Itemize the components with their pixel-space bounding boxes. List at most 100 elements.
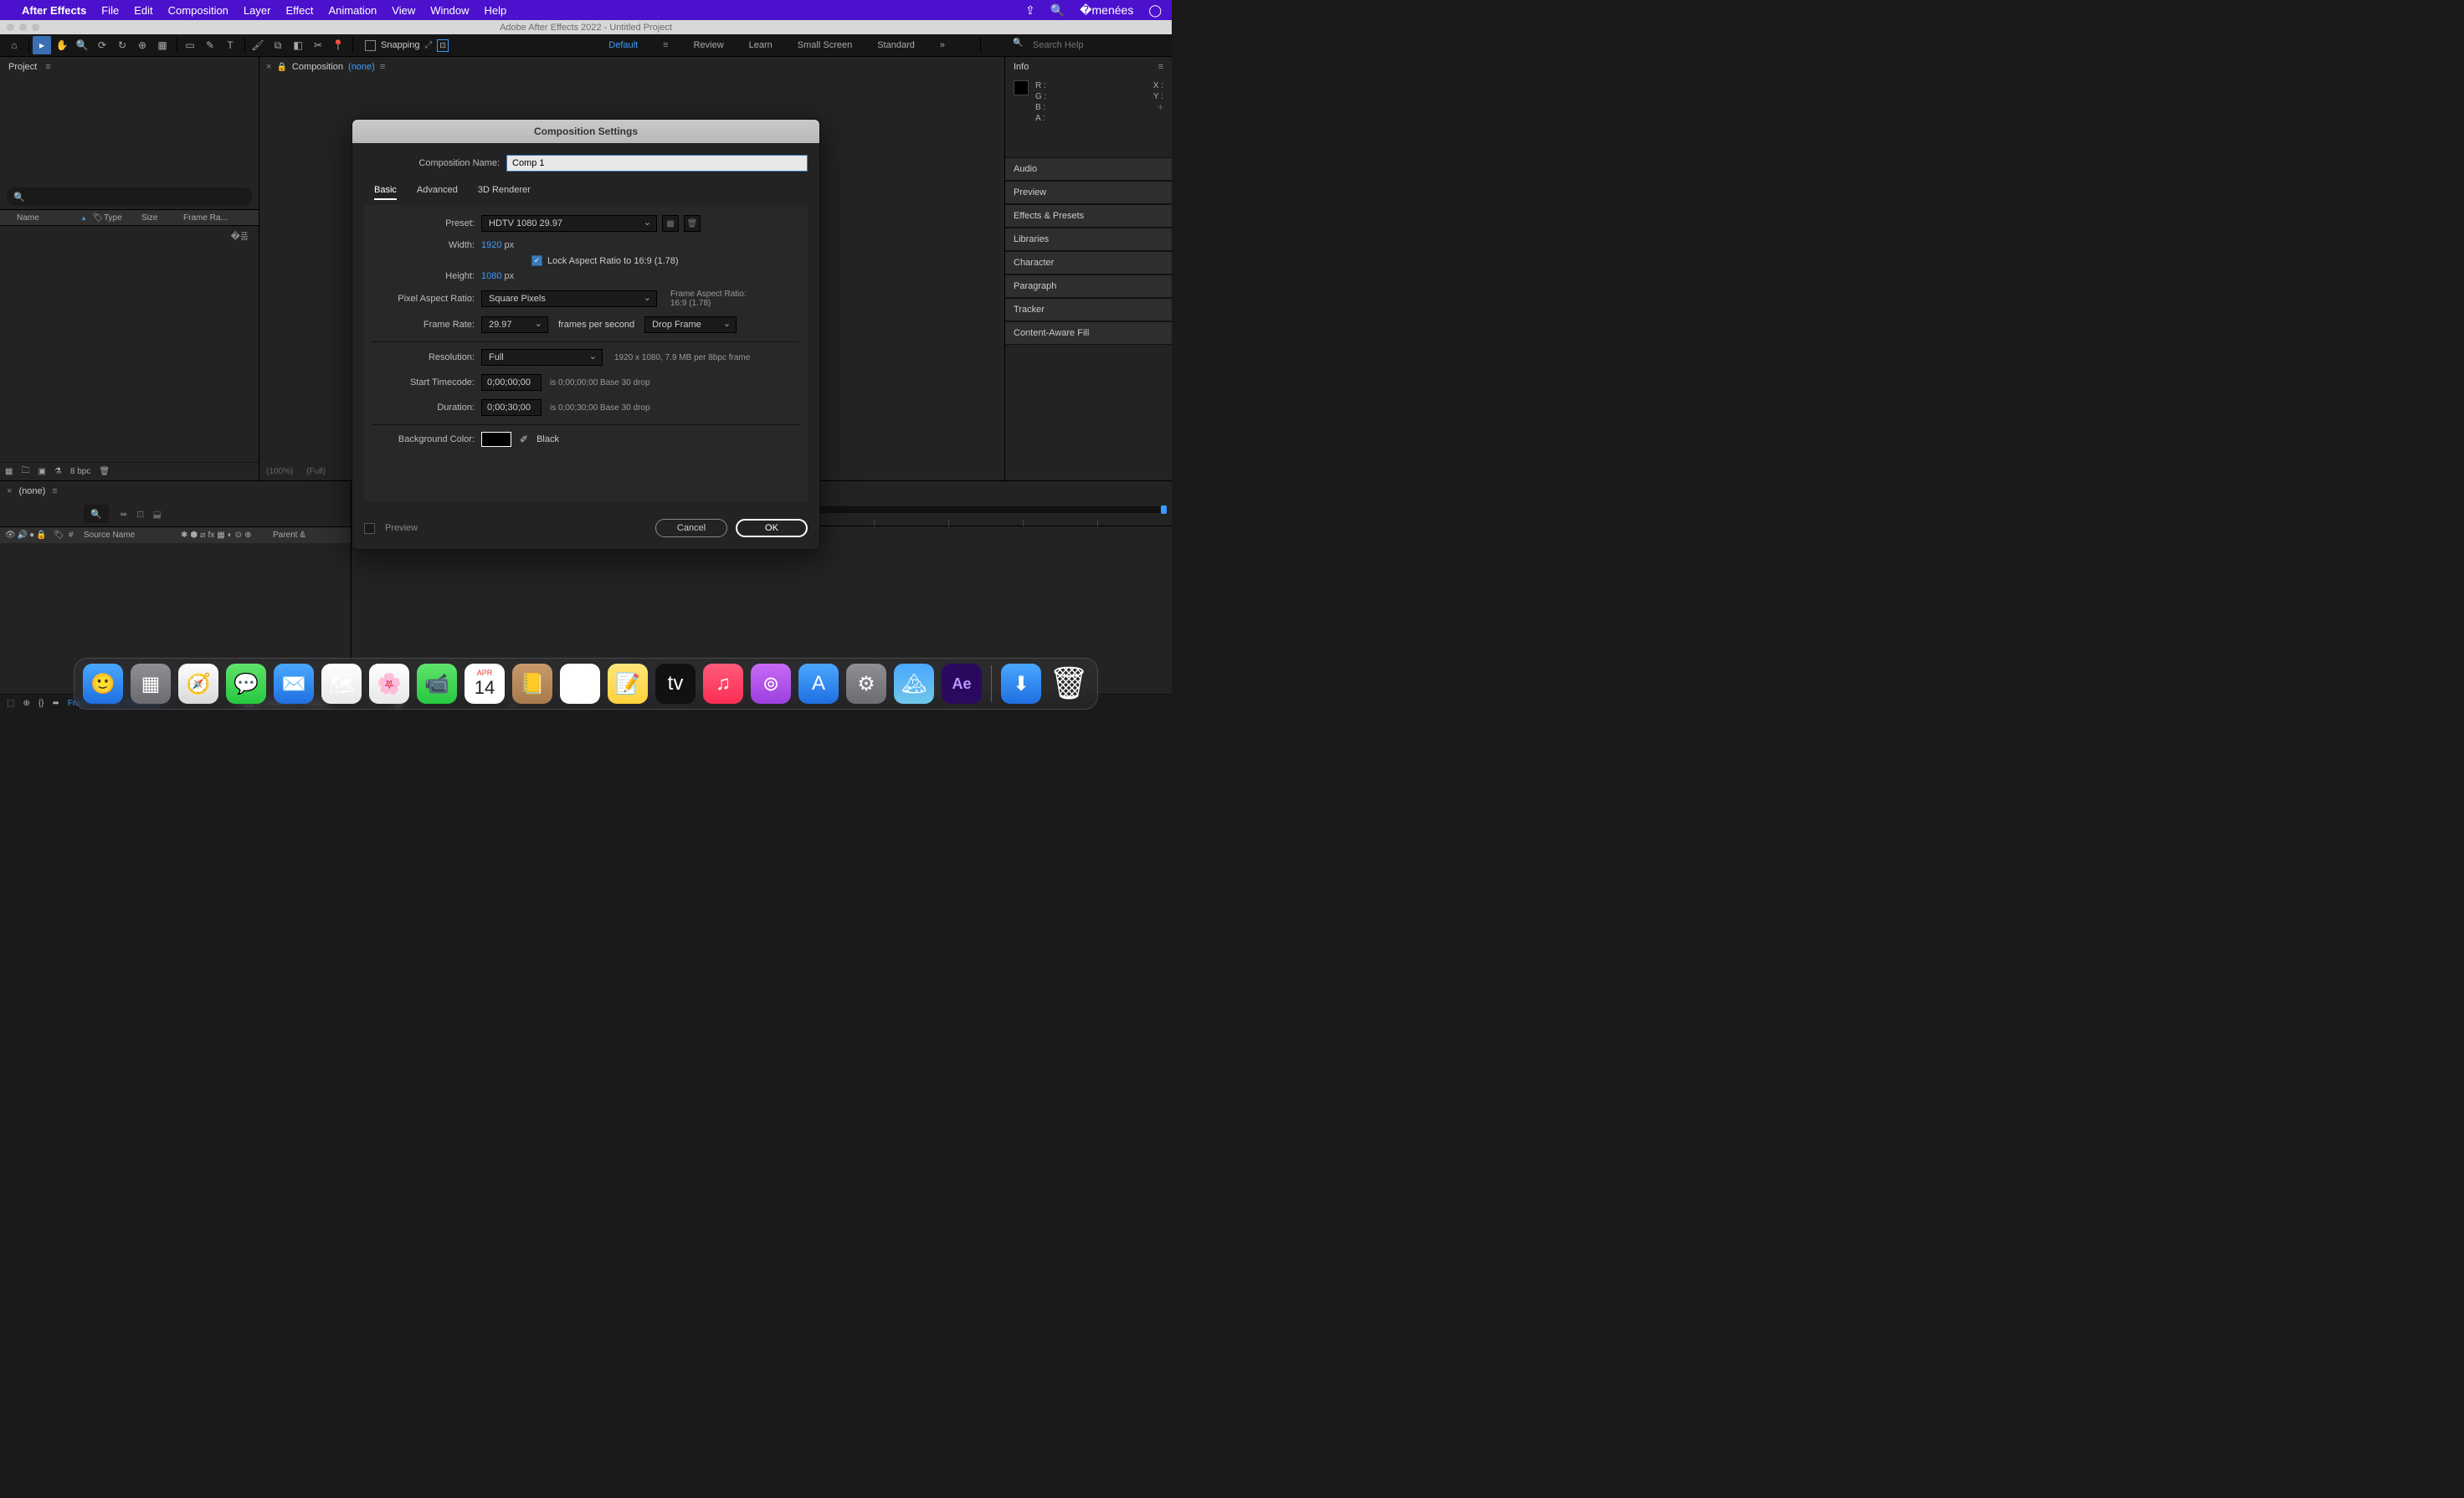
ok-button[interactable]: OK (736, 519, 808, 537)
new-comp-icon[interactable]: ▣ (38, 467, 45, 476)
preview-checkbox[interactable] (364, 523, 375, 534)
close-tab-icon[interactable]: × (266, 62, 271, 72)
dock-tv[interactable]: tv (655, 664, 696, 704)
project-search-input[interactable]: 🔍 (7, 187, 252, 206)
bg-color-swatch[interactable] (481, 432, 511, 447)
col-size[interactable]: Size (141, 213, 183, 223)
brush-tool[interactable]: 🖌 (249, 36, 267, 54)
dock-after-effects[interactable]: Ae (942, 664, 982, 704)
workspace-smallscreen[interactable]: Small Screen (798, 40, 852, 50)
tracker-panel-header[interactable]: Tracker (1005, 298, 1172, 321)
workspace-overflow-icon[interactable]: » (940, 40, 945, 50)
interpret-footage-icon[interactable]: ▦ (5, 467, 13, 476)
resolution-select[interactable]: Full (481, 349, 603, 366)
pen-tool[interactable]: ✎ (201, 36, 219, 54)
workspace-learn[interactable]: Learn (749, 40, 773, 50)
type-tool[interactable]: T (221, 36, 239, 54)
preset-select[interactable]: HDTV 1080 29.97 (481, 215, 657, 232)
hand-tool[interactable]: ✋ (53, 36, 71, 54)
menu-layer[interactable]: Layer (244, 4, 271, 17)
selection-tool[interactable]: ▸ (33, 36, 51, 54)
control-center-icon[interactable]: �menées (1080, 3, 1133, 18)
lock-icon[interactable]: 🔒 (276, 63, 286, 72)
cancel-button[interactable]: Cancel (655, 519, 727, 537)
duration-input[interactable]: 0;00;30;00 (481, 399, 542, 416)
roto-tool[interactable]: ✂ (309, 36, 327, 54)
workspace-standard[interactable]: Standard (877, 40, 915, 50)
menu-help[interactable]: Help (484, 4, 506, 17)
menu-edit[interactable]: Edit (134, 4, 152, 17)
tl-opt3-icon[interactable]: ⬓ (149, 509, 166, 520)
dock-messages[interactable]: 💬 (226, 664, 266, 704)
fps-select[interactable]: 29.97 (481, 316, 548, 333)
workspace-default[interactable]: Default (608, 40, 638, 50)
dock-trash[interactable]: 🗑 (1049, 664, 1089, 704)
label-column-icon[interactable]: 🏷 (50, 531, 65, 540)
snap-option2-icon[interactable]: ⊡ (437, 39, 449, 52)
dock-facetime[interactable]: 📹 (417, 664, 457, 704)
tab-advanced[interactable]: Advanced (417, 185, 458, 200)
col-name[interactable]: Name (17, 213, 39, 223)
tab-basic[interactable]: Basic (374, 185, 397, 200)
tl-opt1-icon[interactable]: ⬌ (116, 509, 132, 520)
res-readout[interactable]: (Full) (306, 467, 326, 476)
dock-launchpad[interactable]: ▦ (131, 664, 171, 704)
timeline-search-input[interactable]: 🔍 (84, 505, 109, 523)
help-search-input[interactable] (1016, 38, 1167, 53)
zoom-readout[interactable]: (100%) (266, 467, 293, 476)
tl-opt2-icon[interactable]: ⊡ (132, 509, 149, 520)
info-panel-title[interactable]: Info (1014, 62, 1029, 72)
menu-view[interactable]: View (392, 4, 415, 17)
lock-aspect-checkbox[interactable]: ✓ (531, 255, 542, 266)
dock-contacts[interactable]: 📒 (512, 664, 552, 704)
project-panel-title[interactable]: Project (8, 62, 37, 72)
close-tab-icon[interactable]: × (7, 486, 12, 496)
timeline-menu-icon[interactable]: ≡ (52, 486, 57, 496)
traffic-lights[interactable] (7, 23, 39, 31)
height-value[interactable]: 1080 (481, 271, 501, 281)
rectangle-tool[interactable]: ▭ (181, 36, 199, 54)
flowchart-icon[interactable]: �품 (231, 229, 249, 243)
viewer-menu-icon[interactable]: ≡ (380, 62, 385, 72)
solo-column-icon[interactable]: ● (29, 531, 34, 540)
spotlight-icon[interactable]: 🔍 (1050, 3, 1065, 18)
tlf-icon1[interactable]: ⬚ (7, 699, 14, 708)
viewer-comp-name[interactable]: (none) (348, 62, 375, 72)
col-number[interactable]: # (65, 531, 80, 540)
panel-menu-icon[interactable]: ≡ (1158, 62, 1163, 72)
character-panel-header[interactable]: Character (1005, 251, 1172, 274)
viewer-tab-label[interactable]: Composition (292, 62, 343, 72)
eraser-tool[interactable]: ◧ (289, 36, 307, 54)
dock-wallpaper[interactable]: 🏔 (894, 664, 934, 704)
col-type[interactable]: Type (104, 213, 141, 223)
sort-arrow-icon[interactable]: ▲ (80, 214, 87, 222)
switches-column[interactable]: ✱⬢⧄fx▦◐⊙⊕ (177, 531, 270, 540)
dock-maps[interactable]: 🗺 (321, 664, 362, 704)
eye-column-icon[interactable]: 👁 (5, 531, 16, 540)
share-icon[interactable]: ⇪ (1025, 3, 1035, 18)
delete-icon[interactable]: 🗑 (99, 467, 110, 476)
dock-podcasts[interactable]: ⊚ (751, 664, 791, 704)
menu-composition[interactable]: Composition (168, 4, 228, 17)
delete-preset-icon[interactable]: 🗑 (684, 215, 701, 232)
col-framerate[interactable]: Frame Ra... (183, 213, 234, 223)
tlf-icon4[interactable]: ⬌ (53, 699, 59, 708)
app-name[interactable]: After Effects (22, 4, 86, 17)
dock-safari[interactable]: 🧭 (178, 664, 218, 704)
dock-photos[interactable]: 🌸 (369, 664, 409, 704)
width-value[interactable]: 1920 (481, 240, 501, 250)
lock-column-icon[interactable]: 🔒 (36, 531, 46, 540)
save-preset-icon[interactable]: ▦ (662, 215, 679, 232)
dock-finder[interactable]: 🙂 (83, 664, 123, 704)
libraries-panel-header[interactable]: Libraries (1005, 228, 1172, 251)
menu-animation[interactable]: Animation (328, 4, 377, 17)
menu-effect[interactable]: Effect (285, 4, 313, 17)
anchor-tool[interactable]: ⊕ (133, 36, 151, 54)
snap-option-icon[interactable]: ⤢ (425, 40, 433, 51)
comp-name-input[interactable] (506, 155, 808, 172)
rotation-tool[interactable]: ↻ (113, 36, 131, 54)
orbit-tool[interactable]: ⟳ (93, 36, 111, 54)
dock-downloads[interactable]: ⬇ (1001, 664, 1041, 704)
dock-system-preferences[interactable]: ⚙ (846, 664, 886, 704)
project-bin-area[interactable]: �품 (0, 226, 259, 462)
